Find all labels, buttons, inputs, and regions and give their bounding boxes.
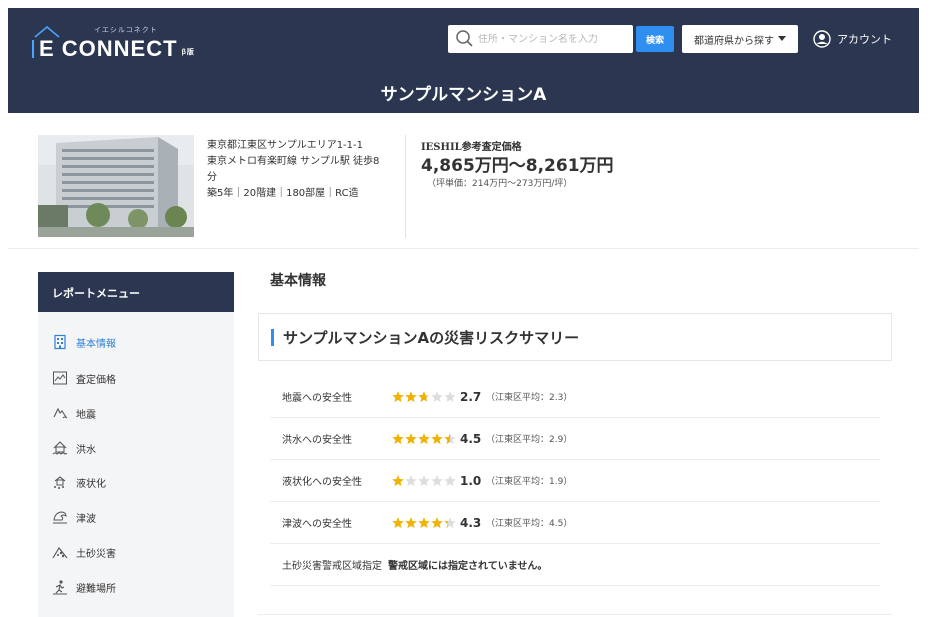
liquefaction-icon <box>54 476 66 489</box>
risk-score: 4.5 <box>460 431 482 446</box>
unit-price: （坪単価：214万円〜273万円/坪） <box>427 179 573 189</box>
star-filled <box>392 390 404 402</box>
star-empty <box>405 474 417 486</box>
building-photo <box>38 135 194 237</box>
risk-score: 1.0 <box>460 473 482 488</box>
risk-label: 地震への安全性 <box>282 393 352 404</box>
building-spec-line: 築5年｜20階建｜180部屋｜RC造 <box>207 188 359 199</box>
evacuation-icon <box>53 580 67 595</box>
risk-row-liquefaction: 液状化への安全性 1.0 （江東区平均：1.9） <box>270 460 880 502</box>
menu-item-flood[interactable]: 洪水 <box>38 434 234 462</box>
ward-average: （江東区平均：4.5） <box>486 519 573 529</box>
menu-item-tsunami[interactable]: 津波 <box>38 503 234 531</box>
property-title: サンプルマンションA <box>380 85 547 105</box>
prefecture-dropdown[interactable]: 都道府県から探す <box>682 25 798 53</box>
star-rating <box>392 516 456 528</box>
search-icon <box>456 30 473 47</box>
menu-label: 地震 <box>76 409 96 421</box>
star-empty <box>431 474 443 486</box>
star-empty <box>444 390 456 402</box>
star-filled <box>405 390 417 402</box>
chart-icon <box>53 371 67 385</box>
price-range: 4,865万円〜8,261万円 <box>421 156 614 176</box>
site-logo[interactable]: イエシルコネクト E CONNECT β版 <box>32 24 202 62</box>
address-line: 東京都江東区サンプルエリア1-1-1 <box>207 140 364 151</box>
property-address: 東京都江東区サンプルエリア1-1-1 東京メトロ有楽町線 サンプル駅 徒歩8分 … <box>207 138 387 202</box>
star-filled <box>431 516 443 528</box>
risk-row-tsunami: 津波への安全性 4.3 （江東区平均：4.5） <box>270 502 880 544</box>
risk-summary-header: サンプルマンションAの災害リスクサマリー <box>258 313 892 361</box>
risk-row-flood: 洪水への安全性 4.5 （江東区平均：2.9） <box>270 418 880 460</box>
menu-item-liquefaction[interactable]: 液状化 <box>38 468 234 496</box>
risk-score: 2.7 <box>460 389 482 404</box>
landslide-status: 警戒区域には指定されていません。 <box>388 561 548 572</box>
star-filled <box>418 516 430 528</box>
logo-kana: イエシルコネクト <box>94 26 158 34</box>
menu-label: 基本情報 <box>76 338 116 350</box>
risk-label: 液状化への安全性 <box>282 477 362 488</box>
user-icon <box>813 30 831 48</box>
menu-label: 査定価格 <box>76 374 116 386</box>
logo-text: E CONNECT β版 <box>32 36 195 62</box>
search-button[interactable]: 検索 <box>636 26 674 52</box>
star-rating <box>392 390 456 402</box>
menu-item-valuation[interactable]: 査定価格 <box>38 364 234 392</box>
account-link[interactable]: アカウント <box>813 28 892 50</box>
menu-label: 土砂災害 <box>76 548 116 560</box>
access-line: 東京メトロ有楽町線 サンプル駅 徒歩8分 <box>207 156 380 183</box>
building-icon <box>54 334 66 350</box>
ward-average: （江東区平均：1.9） <box>486 477 573 487</box>
beta-badge: β版 <box>181 49 195 56</box>
menu-label: 津波 <box>76 513 96 525</box>
divider <box>405 135 406 238</box>
star-filled <box>431 432 443 444</box>
divider <box>8 248 919 249</box>
account-label: アカウント <box>837 33 892 46</box>
risk-row-landslide: 土砂災害警戒区域指定 警戒区域には指定されていません。 <box>270 544 880 586</box>
caret-down-icon <box>778 36 786 41</box>
risk-label: 土砂災害警戒区域指定 <box>282 561 382 572</box>
star-filled <box>392 474 404 486</box>
tsunami-icon <box>53 511 67 524</box>
star-empty <box>431 390 443 402</box>
report-menu-title: レポートメニュー <box>38 272 234 312</box>
ward-average: （江東区平均：2.9） <box>486 435 573 445</box>
star-filled <box>405 516 417 528</box>
ward-average: （江東区平均：2.3） <box>486 393 573 403</box>
prefecture-label: 都道府県から探す <box>694 35 774 47</box>
star-empty <box>418 474 430 486</box>
divider <box>258 614 892 615</box>
section-title: 基本情報 <box>270 273 326 289</box>
risk-label: 洪水への安全性 <box>282 435 352 446</box>
menu-item-landslide[interactable]: 土砂災害 <box>38 538 234 566</box>
site-header: イエシルコネクト E CONNECTβ版 検索 都道府県から探す アカウント サ… <box>8 8 919 113</box>
menu-item-earthquake[interactable]: 地震 <box>38 399 234 427</box>
menu-item-basic-info[interactable]: 基本情報 <box>38 328 234 356</box>
menu-label: 洪水 <box>76 444 96 456</box>
star-rating <box>392 432 456 444</box>
star-filled <box>405 432 417 444</box>
menu-label: 液状化 <box>76 478 106 490</box>
report-menu: レポートメニュー 基本情報 査定価格 地震 洪水 液状化 津波 土砂災害 避難場… <box>38 272 234 617</box>
flood-icon <box>52 441 68 455</box>
search-input[interactable] <box>478 33 628 45</box>
risk-row-earthquake: 地震への安全性 2.7 （江東区平均：2.3） <box>270 376 880 418</box>
star-filled <box>418 432 430 444</box>
star-rating <box>392 474 456 486</box>
risk-summary-title: サンプルマンションAの災害リスクサマリー <box>283 328 580 347</box>
landslide-icon <box>52 547 68 559</box>
star-empty <box>444 474 456 486</box>
earthquake-icon <box>53 407 68 419</box>
risk-score: 4.3 <box>460 515 482 530</box>
search-box <box>448 25 633 53</box>
menu-label: 避難場所 <box>76 583 116 595</box>
menu-item-evacuation[interactable]: 避難場所 <box>38 573 234 601</box>
star-filled <box>392 516 404 528</box>
accent-bar <box>271 328 274 346</box>
risk-label: 津波への安全性 <box>282 519 352 530</box>
star-filled <box>392 432 404 444</box>
